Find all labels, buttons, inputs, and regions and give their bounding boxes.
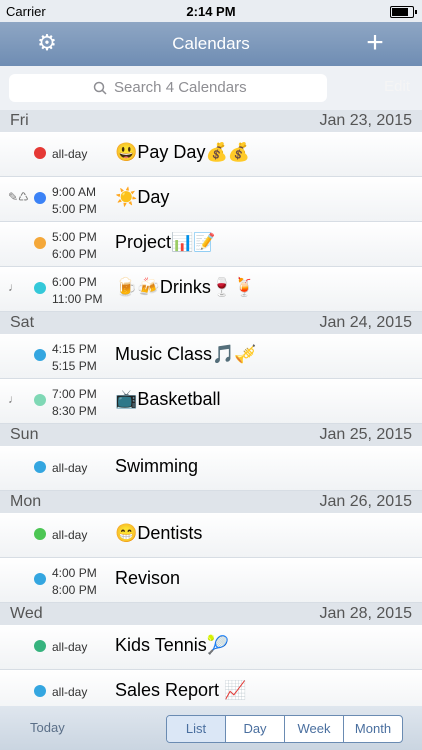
event-title: Kids Tennis🎾: [115, 635, 230, 655]
segment-day[interactable]: Day: [226, 716, 285, 742]
event-title: ☀️Day: [115, 187, 170, 207]
event-title: Music Class🎵🎺: [115, 344, 257, 364]
day-header: Mon Jan 26, 2015: [0, 491, 422, 513]
status-time: 2:14 PM: [186, 4, 236, 19]
calendar-color-dot: [34, 640, 46, 652]
day-header: Fri Jan 23, 2015: [0, 110, 422, 132]
event-row[interactable]: all-day Kids Tennis🎾: [0, 625, 422, 670]
day-date: Jan 23, 2015: [319, 112, 412, 129]
calendar-color-dot: [34, 394, 46, 406]
calendar-color-dot: [34, 192, 46, 204]
event-end-time: 6:00 PM: [52, 247, 97, 261]
view-segmented-control: List Day Week Month: [166, 715, 403, 743]
event-title: 📺Basketball: [115, 389, 221, 409]
event-indicator-icon: ✎♺: [8, 190, 29, 204]
event-start-time: 4:00 PM: [52, 566, 97, 580]
calendar-color-dot: [34, 528, 46, 540]
day-name: Mon: [10, 493, 42, 510]
calendar-color-dot: [34, 685, 46, 697]
edit-button[interactable]: Edit: [384, 78, 410, 95]
event-allday: all-day: [52, 685, 88, 699]
event-title: 🍺🍻Drinks🍷🍹: [115, 277, 256, 297]
event-row[interactable]: all-day Swimming: [0, 446, 422, 491]
page-title: Calendars: [172, 34, 250, 53]
nav-bar: ⚙ Calendars +: [0, 22, 422, 66]
calendar-color-dot: [34, 461, 46, 473]
search-input[interactable]: Search 4 Calendars: [9, 74, 327, 102]
event-title: Swimming: [115, 456, 199, 476]
segment-month[interactable]: Month: [344, 716, 402, 742]
day-date: Jan 28, 2015: [319, 605, 412, 622]
event-start-time: 6:00 PM: [52, 275, 97, 289]
day-header: Wed Jan 28, 2015: [0, 603, 422, 625]
calendar-color-dot: [34, 237, 46, 249]
event-indicator-icon: ♩: [8, 280, 20, 294]
day-name: Fri: [10, 112, 29, 129]
plus-icon[interactable]: +: [364, 28, 386, 58]
battery-icon: [390, 6, 417, 18]
today-button[interactable]: Today: [30, 720, 65, 735]
event-title: 😁Dentists: [115, 523, 203, 543]
calendar-color-dot: [34, 349, 46, 361]
event-end-time: 8:00 PM: [52, 583, 97, 597]
event-title: Sales Report 📈: [115, 680, 247, 700]
event-row[interactable]: 5:00 PM 6:00 PM Project📊📝: [0, 222, 422, 267]
segment-week[interactable]: Week: [285, 716, 344, 742]
event-row[interactable]: ✎♺ 9:00 AM 5:00 PM ☀️Day: [0, 177, 422, 222]
day-date: Jan 25, 2015: [319, 426, 412, 443]
event-row[interactable]: 4:15 PM 5:15 PM Music Class🎵🎺: [0, 334, 422, 379]
day-name: Sat: [10, 314, 35, 331]
day-date: Jan 24, 2015: [319, 314, 412, 331]
battery-level: [392, 8, 409, 16]
bottom-toolbar: Today List Day Week Month: [0, 706, 422, 750]
event-row[interactable]: ♩ 7:00 PM 8:30 PM 📺Basketball: [0, 379, 422, 424]
event-start-time: 7:00 PM: [52, 387, 97, 401]
day-date: Jan 26, 2015: [319, 493, 412, 510]
segment-list[interactable]: List: [167, 716, 226, 742]
calendar-color-dot: [34, 282, 46, 294]
event-end-time: 8:30 PM: [52, 404, 97, 418]
day-name: Wed: [10, 605, 43, 622]
event-allday: all-day: [52, 528, 88, 542]
event-title: Project📊📝: [115, 232, 216, 252]
search-placeholder: Search 4 Calendars: [114, 79, 247, 96]
event-end-time: 11:00 PM: [52, 292, 103, 306]
event-allday: all-day: [52, 147, 88, 161]
calendar-color-dot: [34, 147, 46, 159]
search-bar: Search 4 Calendars Edit: [0, 66, 422, 110]
event-title: Revison: [115, 568, 181, 588]
event-row[interactable]: ♩ 6:00 PM 11:00 PM 🍺🍻Drinks🍷🍹: [0, 267, 422, 312]
event-start-time: 4:15 PM: [52, 342, 97, 356]
event-allday: all-day: [52, 640, 88, 654]
event-row[interactable]: 4:00 PM 8:00 PM Revison: [0, 558, 422, 603]
event-start-time: 5:00 PM: [52, 230, 97, 244]
event-row[interactable]: all-day 😁Dentists: [0, 513, 422, 558]
event-title: 😃Pay Day💰💰: [115, 142, 251, 162]
day-header: Sat Jan 24, 2015: [0, 312, 422, 334]
event-end-time: 5:15 PM: [52, 359, 97, 373]
day-name: Sun: [10, 426, 39, 443]
status-bar: Carrier 2:14 PM: [0, 0, 422, 22]
search-icon: [93, 81, 107, 95]
event-allday: all-day: [52, 461, 88, 475]
event-end-time: 5:00 PM: [52, 202, 97, 216]
event-indicator-icon: ♩: [8, 392, 20, 406]
day-header: Sun Jan 25, 2015: [0, 424, 422, 446]
event-row[interactable]: all-day 😃Pay Day💰💰: [0, 132, 422, 177]
event-start-time: 9:00 AM: [52, 185, 97, 199]
calendar-color-dot: [34, 573, 46, 585]
